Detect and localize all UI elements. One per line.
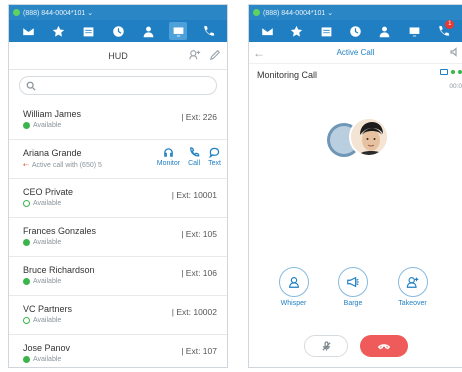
available-icon (23, 122, 30, 129)
hud-title: HUD (108, 50, 128, 61)
nav-favorites-icon[interactable] (49, 22, 67, 40)
supervisor-actions: Whisper Barge Takeover (249, 267, 462, 307)
available-icon (23, 278, 30, 285)
status-bar: (888) 844-0004*101 ⌄ (249, 5, 462, 20)
contact-row[interactable]: Bruce Richardson | Ext: 106 Available (9, 257, 227, 296)
active-call-screen: (888) 844-0004*101 ⌄ 1 ← Active Call Mon… (248, 4, 462, 368)
agent-avatar (349, 117, 389, 157)
chat-bubble-icon (209, 147, 220, 158)
contact-row-active[interactable]: Ariana Grande ⇠ Active call with (650) 5 … (9, 140, 227, 179)
contact-status: Available (33, 278, 62, 285)
nav-favorites-icon[interactable] (288, 22, 306, 40)
monitoring-label: Monitoring Call (257, 70, 318, 80)
contact-row[interactable]: Jose Panov | Ext: 107 Available (9, 335, 227, 367)
active-call-header: ← Active Call (249, 42, 462, 64)
available-icon (23, 356, 30, 363)
barge-label: Barge (343, 300, 363, 307)
headset-icon (164, 148, 173, 157)
contact-ext: | Ext: 105 (181, 229, 217, 239)
contact-row[interactable]: William James | Ext: 226 Available (9, 101, 227, 140)
monitor-label: Monitor (156, 160, 181, 167)
add-group-icon[interactable] (189, 49, 201, 61)
barge-button[interactable]: Barge (338, 267, 368, 307)
contact-row[interactable]: CEO Private | Ext: 10001 Available (9, 179, 227, 218)
search-field[interactable] (19, 76, 217, 95)
call-controls (249, 335, 462, 357)
add-person-icon (406, 277, 418, 288)
active-call-title: Active Call (336, 48, 375, 57)
available-icon (23, 239, 30, 246)
monitor-button[interactable]: Monitor (157, 147, 180, 167)
nav-messages-icon[interactable] (19, 22, 37, 40)
back-arrow-icon[interactable]: ← (253, 46, 265, 60)
nav-bar: 1 (249, 20, 462, 42)
contact-status: Active call with (650) 5 (31, 161, 102, 169)
call-participants (327, 117, 391, 165)
hud-screen: (888) 844-0004*101 ⌄ HUD William James |… (8, 4, 228, 368)
account-number[interactable]: (888) 844-0004*101 ⌄ (23, 9, 93, 17)
nav-contacts-icon[interactable] (139, 22, 157, 40)
contact-ext: | Ext: 107 (181, 346, 217, 356)
contact-status: Available (33, 122, 62, 129)
monitoring-row: Monitoring Call 00:0 (249, 64, 462, 90)
nav-bar (9, 20, 227, 42)
keypad-icon[interactable] (440, 69, 448, 75)
hangup-icon (377, 344, 391, 350)
nav-calendar-icon[interactable] (79, 22, 97, 40)
nav-contacts-icon[interactable] (376, 22, 394, 40)
mute-button[interactable] (304, 335, 348, 357)
whisper-icon (288, 277, 299, 288)
nav-messages-icon[interactable] (259, 22, 277, 40)
whisper-button[interactable]: Whisper (278, 267, 309, 307)
contact-status: Available (33, 356, 62, 363)
available-icon (23, 317, 30, 324)
mic-off-icon (321, 340, 331, 351)
status-bar: (888) 844-0004*101 ⌄ (9, 5, 227, 20)
contact-ext: | Ext: 106 (181, 268, 217, 278)
text-label: Text (208, 160, 221, 167)
hangup-button[interactable] (360, 335, 408, 357)
nav-hud-icon[interactable] (169, 22, 187, 40)
call-timer: 00:0 (449, 83, 462, 90)
contact-ext: | Ext: 10001 (171, 190, 217, 200)
signal-dot-icon (451, 70, 455, 74)
nav-phone-icon[interactable] (199, 22, 217, 40)
contact-status: Available (33, 200, 62, 207)
contact-ext: | Ext: 226 (181, 112, 217, 122)
nav-hud-icon[interactable] (405, 22, 423, 40)
edit-icon[interactable] (209, 49, 221, 61)
contact-row[interactable]: Frances Gonzales | Ext: 105 Available (9, 218, 227, 257)
contact-status: Available (33, 317, 62, 324)
call-button[interactable]: Call (188, 147, 200, 167)
nav-phone-icon[interactable]: 1 (434, 20, 455, 40)
takeover-button[interactable]: Takeover (397, 267, 428, 307)
nav-clock-icon[interactable] (346, 22, 364, 40)
search-input[interactable] (40, 80, 190, 91)
contact-status: Available (33, 239, 62, 246)
whisper-label: Whisper (280, 300, 307, 307)
megaphone-icon (347, 276, 359, 288)
account-number[interactable]: (888) 844-0004*101 ⌄ (263, 9, 333, 17)
takeover-label: Takeover (398, 300, 427, 307)
hud-header: HUD (9, 42, 227, 70)
nav-calendar-icon[interactable] (317, 22, 335, 40)
phone-icon (189, 147, 200, 157)
call-count-badge: 1 (445, 20, 455, 29)
text-button[interactable]: Text (208, 147, 221, 167)
contact-list: William James | Ext: 226 Available Arian… (9, 101, 227, 367)
speaker-icon[interactable] (450, 47, 460, 59)
available-icon (23, 200, 30, 207)
search-icon (26, 81, 36, 91)
contact-row[interactable]: VC Partners | Ext: 10002 Available (9, 296, 227, 335)
call-label: Call (188, 160, 201, 167)
nav-clock-icon[interactable] (109, 22, 127, 40)
active-call-icon: ⇠ (23, 162, 29, 169)
signal-dot-icon (458, 70, 462, 74)
presence-dot-icon (13, 9, 20, 16)
presence-dot-icon (253, 9, 260, 16)
contact-ext: | Ext: 10002 (171, 307, 217, 317)
